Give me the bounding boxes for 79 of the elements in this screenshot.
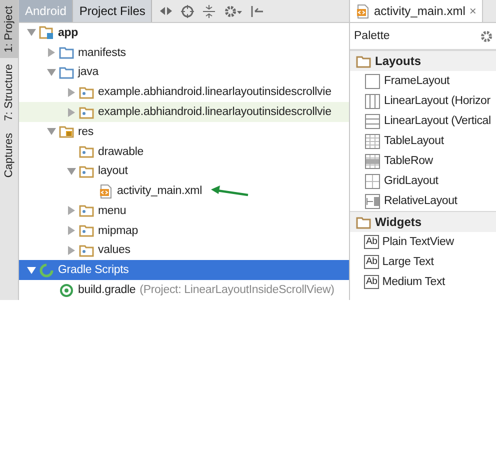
tool-window-tab[interactable]: Captures xyxy=(0,127,18,184)
gradle-icon xyxy=(39,262,54,278)
tool-window-tab[interactable]: 1: Project xyxy=(0,0,18,58)
palette-item[interactable]: TableLayout xyxy=(350,131,496,151)
gradle-file-icon xyxy=(59,282,74,298)
tree-item[interactable]: mipmap xyxy=(19,220,349,241)
layout-icon xyxy=(364,152,381,170)
tree-item[interactable]: drawable xyxy=(19,142,349,162)
palette-item[interactable]: FrameLayout xyxy=(350,71,496,91)
tree-item[interactable]: layout xyxy=(19,161,349,182)
tree-item[interactable]: values xyxy=(19,240,349,260)
folder-icon xyxy=(79,164,94,178)
resource-folder-icon xyxy=(59,125,74,138)
layout-icon xyxy=(364,132,381,150)
expand-arrow-icon[interactable] xyxy=(46,68,56,77)
xml-file-icon xyxy=(99,184,113,199)
section-title: Layouts xyxy=(375,54,422,68)
folder-icon xyxy=(79,145,94,158)
expand-arrow-icon[interactable] xyxy=(26,28,36,38)
hide-panel-icon[interactable] xyxy=(251,4,264,18)
tree-item[interactable]: java xyxy=(19,62,349,82)
crosshair-icon[interactable] xyxy=(181,4,194,18)
text-widget-icon: Ab xyxy=(364,255,380,269)
expand-arrow-icon[interactable] xyxy=(46,48,56,58)
xml-file-icon xyxy=(356,4,370,18)
tree-item[interactable]: res xyxy=(19,122,349,142)
tree-item[interactable]: example.abhiandroid.linearlayoutinsidescrollvie xyxy=(19,82,349,102)
palette-section-header[interactable]: Layouts xyxy=(350,50,496,71)
module-folder-icon xyxy=(39,26,54,40)
palette-item[interactable]: LinearLayout (Vertical xyxy=(350,111,496,131)
close-icon[interactable]: × xyxy=(469,4,476,18)
section-title: Widgets xyxy=(375,215,422,229)
view-tab[interactable]: Project Files xyxy=(73,0,152,22)
palette-section-header[interactable]: Widgets xyxy=(350,211,496,232)
layout-icon xyxy=(364,172,381,190)
folder-icon xyxy=(356,54,371,68)
tree-item[interactable]: app xyxy=(19,23,349,43)
folder-icon xyxy=(59,46,74,60)
expand-arrow-icon[interactable] xyxy=(66,206,76,216)
layout-icon xyxy=(364,192,381,210)
folder-icon xyxy=(79,244,94,257)
folder-icon xyxy=(79,86,94,99)
tree-item[interactable]: menu xyxy=(19,201,349,221)
text-widget-icon: Ab xyxy=(364,275,380,289)
editor-tab[interactable]: activity_main.xml × xyxy=(350,0,484,22)
palette-item[interactable]: GridLayout xyxy=(350,171,496,191)
text-widget-icon: Ab xyxy=(364,235,380,249)
expand-arrow-icon[interactable] xyxy=(66,246,76,255)
folder-icon xyxy=(79,106,94,119)
left-right-arrows-icon[interactable] xyxy=(160,6,172,16)
folder-icon xyxy=(79,204,94,218)
layout-icon xyxy=(364,72,381,90)
palette-item[interactable]: Ab Large Text xyxy=(350,252,496,272)
expand-arrow-icon[interactable] xyxy=(26,266,36,275)
expand-arrow-icon[interactable] xyxy=(66,226,76,236)
tree-item[interactable]: manifests xyxy=(19,42,349,63)
folder-icon xyxy=(59,66,74,79)
palette-item[interactable]: Ab Medium Text xyxy=(350,272,496,292)
palette-item[interactable]: RelativeLayout xyxy=(350,191,496,211)
tree-item[interactable]: activity_main.xml xyxy=(19,181,349,202)
expand-arrow-icon[interactable] xyxy=(46,127,56,136)
layout-icon xyxy=(364,92,381,110)
layout-icon xyxy=(364,112,381,130)
tree-item[interactable]: build.gradle (Project: LinearLayoutInsideScrollView) xyxy=(19,280,349,300)
expand-arrow-icon[interactable] xyxy=(66,166,76,176)
tool-window-tab[interactable]: 7: Structure xyxy=(0,58,18,128)
folder-icon xyxy=(79,224,94,238)
expand-arrow-icon[interactable] xyxy=(66,108,76,117)
palette-item[interactable]: TableRow xyxy=(350,151,496,171)
palette-item[interactable]: LinearLayout (Horizor xyxy=(350,91,496,111)
palette-item[interactable]: Ab Plain TextView xyxy=(350,232,496,252)
tree-item[interactable]: example.abhiandroid.linearlayoutinsidescrollvie xyxy=(19,102,349,122)
palette-title: Palette xyxy=(354,30,390,42)
folder-icon xyxy=(356,216,371,228)
editor-tab-label: activity_main.xml xyxy=(374,4,466,18)
tree-item-note: (Project: LinearLayoutInsideScrollView) xyxy=(140,284,334,296)
tree-item[interactable]: Gradle Scripts xyxy=(19,260,349,280)
collapse-icon[interactable] xyxy=(203,4,216,18)
expand-arrow-icon[interactable] xyxy=(66,88,76,97)
